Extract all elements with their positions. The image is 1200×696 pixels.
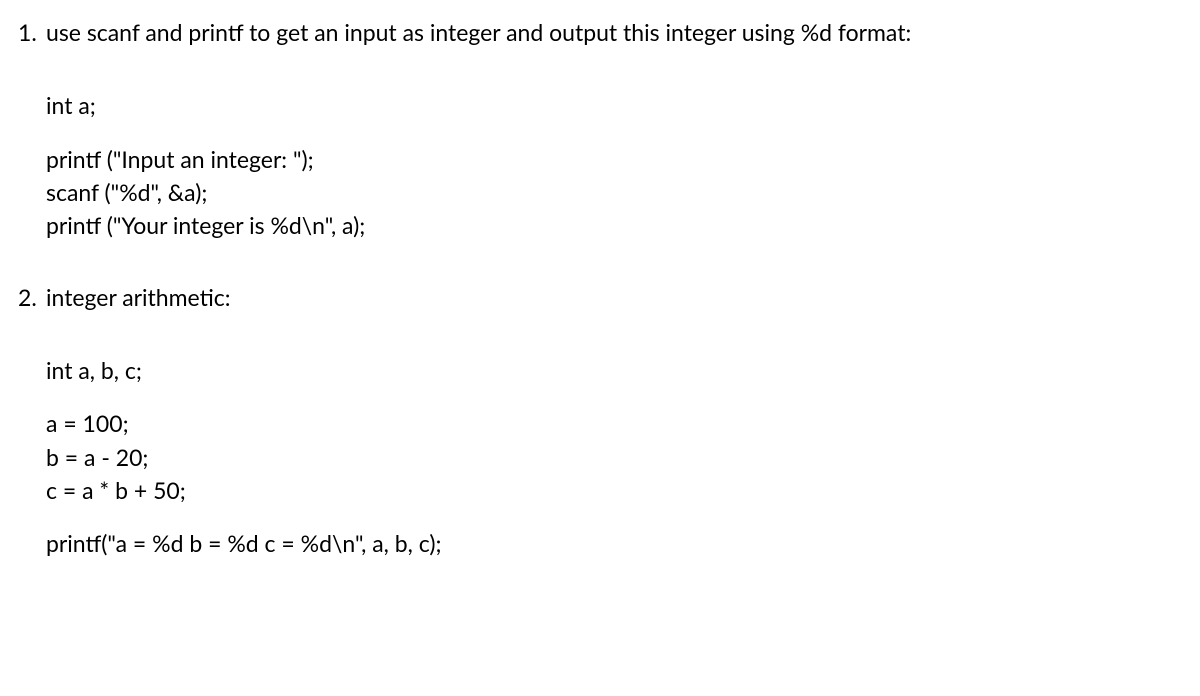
code-line: a = 100;	[46, 407, 1182, 440]
code-block-2: int a, b, c; a = 100; b = a - 20; c = a …	[18, 354, 1182, 561]
code-line: c = a * b + 50;	[46, 474, 1182, 507]
list-item-1: 1. use scanf and printf to get an input …	[18, 16, 1182, 69]
code-line: printf("a = %d b = %d c = %d\n", a, b, c…	[46, 527, 1182, 560]
code-para-2b: a = 100; b = a - 20; c = a * b + 50;	[46, 407, 1182, 507]
item1-title: use scanf and printf to get an input as …	[46, 16, 1182, 49]
list-content-1: use scanf and printf to get an input as …	[46, 16, 1182, 69]
code-line: int a;	[46, 89, 1182, 122]
code-line: b = a - 20;	[46, 441, 1182, 474]
code-para-1b: printf ("Input an integer: "); scanf ("%…	[46, 143, 1182, 243]
code-block-1: int a; printf ("Input an integer: "); sc…	[18, 89, 1182, 242]
code-para-2a: int a, b, c;	[46, 354, 1182, 387]
code-line: scanf ("%d", &a);	[46, 176, 1182, 209]
code-line: printf ("Your integer is %d\n", a);	[46, 209, 1182, 242]
list-content-2: integer arithmetic:	[46, 281, 1182, 334]
item2-title: integer arithmetic:	[46, 281, 1182, 314]
code-line: printf ("Input an integer: ");	[46, 143, 1182, 176]
code-para-2c: printf("a = %d b = %d c = %d\n", a, b, c…	[46, 527, 1182, 560]
list-number-2: 2.	[18, 281, 46, 334]
code-para-1a: int a;	[46, 89, 1182, 122]
list-number-1: 1.	[18, 16, 46, 69]
list-item-2: 2. integer arithmetic:	[18, 281, 1182, 334]
code-line: int a, b, c;	[46, 354, 1182, 387]
